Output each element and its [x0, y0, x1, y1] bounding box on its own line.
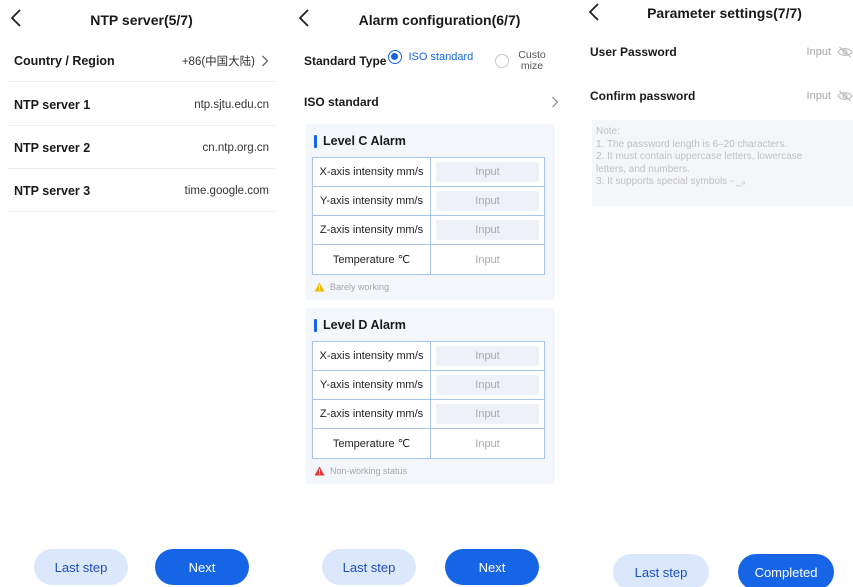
alarm-configuration-screen: Alarm configuration(6/7) Standard Type I… [288, 0, 571, 587]
row-label: NTP server 1 [14, 97, 91, 112]
next-button[interactable]: Next [445, 549, 539, 585]
radio-iso-standard[interactable]: ISO standard [388, 50, 473, 64]
top-bar: Parameter settings(7/7) [576, 0, 853, 40]
user-password-input[interactable]: Input [807, 46, 831, 58]
grid-row: Y-axis intensity mm/s Input [313, 371, 544, 400]
completed-button[interactable]: Completed [738, 554, 834, 587]
grid-row: X-axis intensity mm/s Input [313, 342, 544, 371]
ntp-server-screen: NTP server(5/7) Country / Region +86(中国大… [0, 0, 283, 587]
level-c-alarm-title: Level C Alarm [323, 134, 406, 148]
level-c-alarm-card: Level C Alarm X-axis intensity mm/s Inpu… [306, 124, 555, 300]
grid-label: Z-axis intensity mm/s [313, 216, 431, 244]
confirm-password-row: Confirm password Input [590, 81, 853, 111]
grid-label: Temperature ℃ [313, 245, 431, 274]
grid-label: Y-axis intensity mm/s [313, 187, 431, 215]
page-title: Alarm configuration(6/7) [358, 12, 521, 28]
chevron-right-icon [262, 55, 269, 66]
grid-label: Y-axis intensity mm/s [313, 371, 431, 399]
grid-row: Y-axis intensity mm/s Input [313, 187, 544, 216]
row-label: NTP server 2 [14, 140, 91, 155]
row-value: +86(中国大陆) [181, 55, 255, 68]
row-label: Country / Region [14, 53, 115, 68]
ntp-server-3-row[interactable]: NTP server 3 time.google.com [8, 170, 275, 212]
eye-off-icon[interactable] [837, 90, 853, 102]
temperature-input[interactable]: Input [436, 250, 539, 270]
user-password-row: User Password Input [590, 37, 853, 67]
user-password-label: User Password [590, 45, 677, 59]
radio-unselected-icon [495, 54, 510, 68]
ntp-server-1-row[interactable]: NTP server 1 ntp.sjtu.edu.cn [8, 84, 275, 126]
note-line: 3. It supports special symbols - _。 [596, 176, 752, 187]
note-line: 1. The password length is 6–20 character… [596, 138, 788, 150]
status-text: Non-working status [330, 466, 408, 476]
grid-label: Temperature ℃ [313, 429, 431, 458]
top-bar: NTP server(5/7) [0, 0, 283, 40]
row-value: time.google.com [184, 184, 269, 197]
section-accent-bar [314, 318, 317, 332]
country-region-row[interactable]: Country / Region +86(中国大陆) [8, 40, 275, 82]
page-title: Parameter settings(7/7) [647, 5, 802, 21]
radio-selected-icon [388, 50, 403, 64]
parameter-settings-screen: Parameter settings(7/7) User Password In… [576, 0, 853, 587]
page-title: NTP server(5/7) [90, 12, 193, 28]
radio-customize[interactable]: Custo mize [495, 50, 546, 72]
next-button[interactable]: Next [155, 549, 249, 585]
password-note: Note: 1. The password length is 6–20 cha… [592, 120, 853, 206]
level-d-status: Non-working status [314, 466, 407, 476]
temperature-input[interactable]: Input [436, 434, 539, 454]
iso-standard-row[interactable]: ISO standard [304, 90, 559, 114]
last-step-button[interactable]: Last step [322, 549, 416, 585]
grid-row: Temperature ℃ Input [313, 245, 544, 274]
confirm-password-input[interactable]: Input [807, 90, 831, 102]
section-accent-bar [314, 134, 317, 148]
standard-type-row: Standard Type ISO standard Custo mize [304, 46, 561, 76]
warning-triangle-icon [314, 466, 325, 476]
level-c-status: Barely working [314, 282, 389, 292]
z-axis-intensity-input[interactable]: Input [436, 404, 539, 424]
grid-label: X-axis intensity mm/s [313, 342, 431, 370]
y-axis-intensity-input[interactable]: Input [436, 375, 539, 395]
level-c-alarm-grid: X-axis intensity mm/s Input Y-axis inten… [312, 157, 545, 275]
grid-label: X-axis intensity mm/s [313, 158, 431, 186]
warning-triangle-icon [314, 282, 325, 292]
note-line: Note: [596, 126, 620, 137]
status-text: Barely working [330, 282, 390, 292]
ntp-server-2-row[interactable]: NTP server 2 cn.ntp.org.cn [8, 127, 275, 169]
level-d-alarm-grid: X-axis intensity mm/s Input Y-axis inten… [312, 341, 545, 459]
last-step-button[interactable]: Last step [613, 554, 709, 587]
grid-row: Z-axis intensity mm/s Input [313, 216, 544, 245]
note-line: letters, and numbers. [596, 163, 690, 175]
level-d-alarm-card: Level D Alarm X-axis intensity mm/s Inpu… [306, 308, 555, 484]
note-line: 2. It must contain uppercase letters, lo… [596, 151, 803, 162]
row-value: ntp.sjtu.edu.cn [194, 98, 269, 111]
confirm-password-label: Confirm password [590, 89, 696, 103]
grid-row: Temperature ℃ Input [313, 429, 544, 458]
grid-row: X-axis intensity mm/s Input [313, 158, 544, 187]
z-axis-intensity-input[interactable]: Input [436, 220, 539, 240]
grid-label: Z-axis intensity mm/s [313, 400, 431, 428]
radio-label-line2: mize [520, 60, 544, 72]
level-d-alarm-title: Level D Alarm [323, 318, 406, 332]
row-label: NTP server 3 [14, 183, 91, 198]
grid-row: Z-axis intensity mm/s Input [313, 400, 544, 429]
top-bar: Alarm configuration(6/7) [288, 0, 571, 40]
radio-label: ISO standard [408, 51, 474, 63]
eye-off-icon[interactable] [837, 46, 853, 58]
y-axis-intensity-input[interactable]: Input [436, 191, 539, 211]
chevron-right-icon [552, 96, 559, 108]
x-axis-intensity-input[interactable]: Input [436, 346, 539, 366]
x-axis-intensity-input[interactable]: Input [436, 162, 539, 182]
standard-type-label: Standard Type [304, 54, 387, 68]
iso-standard-label: ISO standard [304, 95, 379, 109]
row-value: cn.ntp.org.cn [202, 141, 269, 154]
last-step-button[interactable]: Last step [34, 549, 128, 585]
